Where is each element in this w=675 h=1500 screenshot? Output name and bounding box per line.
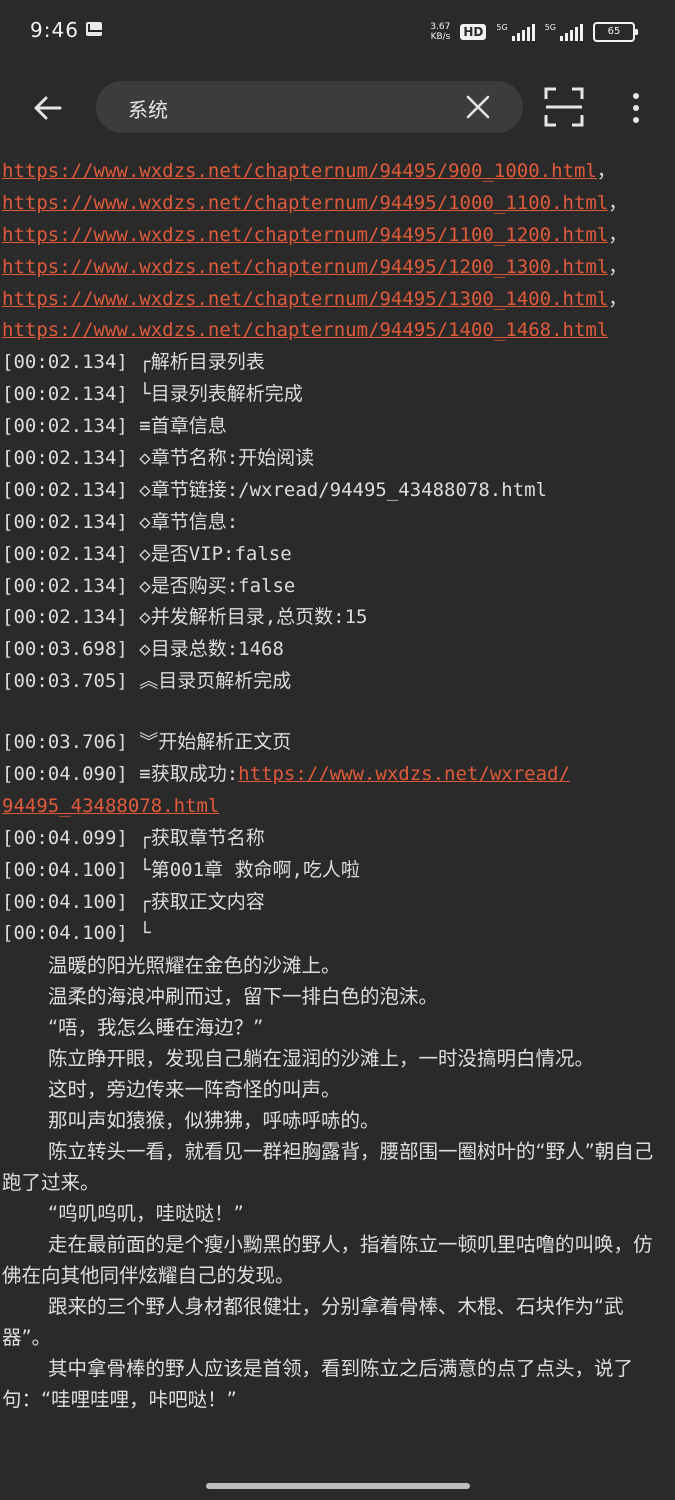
log-line: https://www.wxdzs.net/chapternum/94495/1… bbox=[0, 315, 675, 347]
search-input[interactable] bbox=[126, 81, 450, 135]
log-line: [00:03.706] ︾开始解析正文页 bbox=[0, 727, 675, 759]
log-line: 94495_43488078.html bbox=[0, 791, 675, 823]
clear-icon[interactable] bbox=[465, 94, 491, 120]
log-text: [00:02.134] ◇是否VIP:false bbox=[2, 542, 292, 565]
more-options-icon[interactable] bbox=[626, 90, 646, 126]
log-line: https://www.wxdzs.net/chapternum/94495/9… bbox=[0, 156, 675, 188]
log-text: [00:02.134] ◇并发解析目录,总页数:15 bbox=[2, 606, 368, 629]
log-line: [00:04.099] ┌获取章节名称 bbox=[0, 823, 675, 855]
log-text: [00:02.134] ◇是否购买:false bbox=[2, 574, 296, 597]
log-text: [00:04.099] ┌获取章节名称 bbox=[2, 826, 265, 849]
paragraph: 走在最前面的是个瘦小黝黑的野人，指着陈立一顿叽里咕噜的叫唤，仿佛在向其他同伴炫耀… bbox=[2, 1233, 653, 1288]
log-suffix: ， bbox=[608, 255, 628, 278]
log-line: [00:03.698] ◇目录总数:1468 bbox=[0, 634, 675, 666]
log-link[interactable]: https://www.wxdzs.net/chapternum/94495/1… bbox=[2, 224, 608, 246]
log-line: https://www.wxdzs.net/chapternum/94495/1… bbox=[0, 220, 675, 252]
chapter-text: 温暖的阳光照耀在金色的沙滩上。温柔的海浪冲刷而过，留下一排白色的泡沫。 “唔，我怎… bbox=[0, 950, 675, 1415]
log-line: [00:03.705] ︽目录页解析完成 bbox=[0, 666, 675, 698]
paragraph: 陈立睁开眼，发现自己躺在湿润的沙滩上，一时没搞明白情况。 bbox=[48, 1047, 595, 1071]
log-line: [00:02.134] ◇章节名称:开始阅读 bbox=[0, 443, 675, 475]
search-toolbar bbox=[0, 64, 675, 156]
paragraph: “唔，我怎么睡在海边？” bbox=[48, 1016, 264, 1040]
log-suffix: ， bbox=[608, 191, 628, 214]
log-text: [00:04.100] └ bbox=[2, 922, 151, 945]
log-line: [00:04.100] └第001章 救命啊,吃人啦 bbox=[0, 855, 675, 887]
log-link[interactable]: https://www.wxdzs.net/chapternum/94495/9… bbox=[2, 160, 597, 182]
log-link[interactable]: https://www.wxdzs.net/chapternum/94495/1… bbox=[2, 256, 608, 278]
log-text: [00:02.134] ≡首章信息 bbox=[2, 415, 227, 438]
paragraph: 陈立转头一看，就看见一群袒胸露背，腰部围一圈树叶的“野人”朝自己跑了过来。 bbox=[2, 1140, 654, 1195]
log-suffix: ， bbox=[608, 287, 628, 310]
log-suffix: ， bbox=[596, 160, 616, 182]
log-line: [00:02.134] ≡首章信息 bbox=[0, 411, 675, 443]
log-text: [00:02.134] ◇章节名称:开始阅读 bbox=[2, 447, 315, 470]
log-line: https://www.wxdzs.net/chapternum/94495/1… bbox=[0, 188, 675, 220]
log-link[interactable]: https://www.wxdzs.net/chapternum/94495/1… bbox=[2, 192, 608, 214]
log-line: [00:02.134] ◇是否VIP:false bbox=[0, 539, 675, 571]
log-lines: https://www.wxdzs.net/chapternum/94495/9… bbox=[0, 156, 675, 698]
log-link[interactable]: https://www.wxdzs.net/chapternum/94495/1… bbox=[2, 319, 608, 341]
log-lines-2: [00:03.706] ︾开始解析正文页 [00:04.090] ≡获取成功:ht… bbox=[0, 727, 675, 950]
paragraph: 这时，旁边传来一阵奇怪的叫声。 bbox=[48, 1078, 341, 1102]
log-output[interactable]: https://www.wxdzs.net/chapternum/94495/9… bbox=[0, 156, 675, 1476]
status-right: 3.67 KB/s HD 5G 5G 65 bbox=[430, 18, 638, 46]
log-link[interactable]: https://www.wxdzs.net/chapternum/94495/1… bbox=[2, 288, 608, 310]
log-line: [00:02.134] ◇章节链接:/wxread/94495_43488078… bbox=[0, 475, 675, 507]
paragraph: 跟来的三个野人身材都很健壮，分别拿着骨棒、木棍、石块作为“武器”。 bbox=[2, 1295, 624, 1350]
log-text: [00:03.705] ︽目录页解析完成 bbox=[2, 670, 292, 693]
log-text: [00:02.134] ◇章节信息: bbox=[2, 510, 239, 533]
log-line: https://www.wxdzs.net/chapternum/94495/1… bbox=[0, 284, 675, 316]
log-link[interactable]: https://www.wxdzs.net/wxread/ bbox=[238, 763, 570, 785]
log-link[interactable]: 94495_43488078.html bbox=[2, 795, 219, 817]
log-text: [00:02.134] ┌解析目录列表 bbox=[2, 351, 265, 374]
log-line: [00:02.134] ◇是否购买:false bbox=[0, 571, 675, 603]
status-time: 9:46 bbox=[30, 18, 79, 42]
log-line: [00:02.134] └目录列表解析完成 bbox=[0, 379, 675, 411]
back-arrow-icon[interactable] bbox=[30, 90, 66, 126]
signal-icon-2: 5G bbox=[545, 23, 583, 41]
log-text: [00:04.100] ┌获取正文内容 bbox=[2, 890, 265, 913]
log-line: [00:02.134] ◇并发解析目录,总页数:15 bbox=[0, 602, 675, 634]
log-suffix: ， bbox=[608, 223, 628, 246]
battery-icon: 65 bbox=[593, 22, 638, 42]
log-text: [00:04.100] └第001章 救命啊,吃人啦 bbox=[2, 858, 360, 881]
mail-icon bbox=[86, 22, 102, 36]
log-text: [00:04.090] ≡获取成功: bbox=[2, 763, 239, 786]
hd-icon: HD bbox=[460, 24, 487, 40]
log-text: [00:03.706] ︾开始解析正文页 bbox=[2, 731, 292, 754]
log-line: [00:04.100] ┌获取正文内容 bbox=[0, 887, 675, 919]
network-speed: 3.67 KB/s bbox=[430, 22, 450, 42]
speed-unit: KB/s bbox=[430, 32, 451, 42]
home-indicator[interactable] bbox=[206, 1483, 470, 1489]
paragraph: 其中拿骨棒的野人应该是首领，看到陈立之后满意的点了点头，说了句：“哇哩哇哩，咔吧… bbox=[2, 1357, 634, 1412]
log-line: [00:02.134] ◇章节信息: bbox=[0, 507, 675, 539]
speed-value: 3.67 bbox=[430, 22, 451, 32]
signal-icon: 5G bbox=[496, 23, 535, 41]
paragraph: 温暖的阳光照耀在金色的沙滩上。 bbox=[48, 954, 341, 978]
log-line: [00:04.090] ≡获取成功:https://www.wxdzs.net/… bbox=[0, 759, 675, 791]
log-line: [00:02.134] ┌解析目录列表 bbox=[0, 347, 675, 379]
log-line: [00:04.100] └ bbox=[0, 918, 675, 950]
log-text: [00:02.134] └目录列表解析完成 bbox=[2, 383, 303, 406]
search-box bbox=[96, 81, 523, 135]
log-line: https://www.wxdzs.net/chapternum/94495/1… bbox=[0, 252, 675, 284]
paragraph: “呜叽呜叽，哇哒哒！” bbox=[48, 1202, 244, 1226]
log-text: [00:02.134] ◇章节链接:/wxread/94495_43488078… bbox=[2, 478, 547, 501]
log-text: [00:03.698] ◇目录总数:1468 bbox=[2, 638, 284, 661]
paragraph: 那叫声如猿猴，似狒狒，呼哧呼哧的。 bbox=[48, 1109, 380, 1133]
paragraph: 温柔的海浪冲刷而过，留下一排白色的泡沫。 bbox=[48, 985, 439, 1009]
status-bar: 9:46 3.67 KB/s HD 5G 5G 65 bbox=[0, 0, 675, 64]
scan-icon[interactable] bbox=[543, 86, 585, 128]
